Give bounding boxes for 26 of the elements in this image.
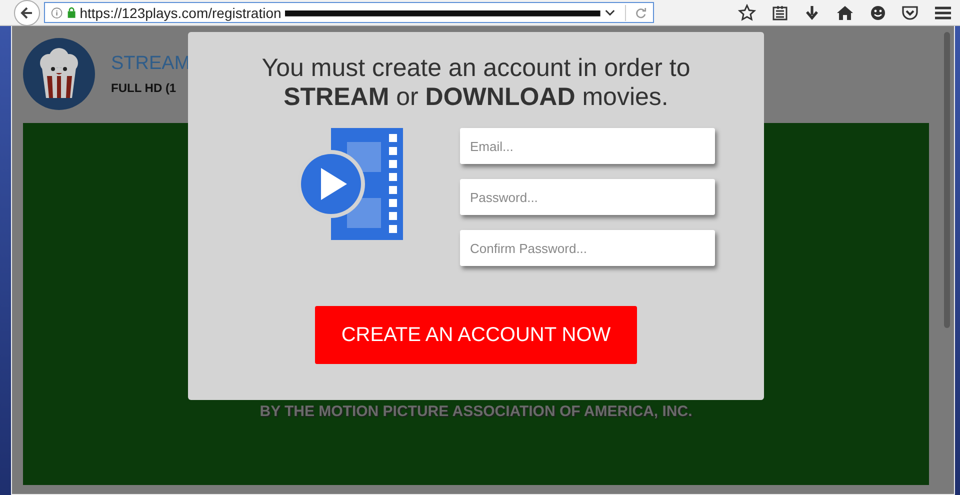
back-icon[interactable] (20, 6, 34, 20)
create-account-button[interactable]: CREATE AN ACCOUNT NOW (315, 306, 637, 364)
notice-text: BY THE MOTION PICTURE ASSOCIATION OF AMERICA, INC. (260, 403, 692, 420)
input-field[interactable]: Confirm Password... (460, 230, 715, 266)
input-field[interactable]: Email... (460, 128, 715, 164)
back-button[interactable] (14, 0, 40, 26)
download-icon[interactable] (804, 4, 820, 20)
lock-icon (66, 6, 76, 19)
popcorn-logo-icon (23, 38, 95, 110)
reading-list-icon[interactable] (772, 4, 788, 20)
pocket-icon[interactable] (902, 4, 918, 20)
address-bar[interactable]: https://123plays.com/registration (44, 2, 654, 23)
star-icon[interactable] (738, 4, 756, 22)
site-subtitle: FULL HD (1 (111, 81, 178, 95)
site-title: STREAM (111, 53, 190, 75)
scrollbar-thumb[interactable] (944, 32, 950, 328)
modal-subheading: STREAM or DOWNLOAD movies. (284, 83, 668, 112)
input-field[interactable]: Password... (460, 179, 715, 215)
home-icon[interactable] (836, 4, 854, 20)
modal-heading: You must create an account in order to (262, 54, 690, 83)
menu-icon[interactable] (934, 4, 952, 20)
smiley-icon[interactable] (870, 4, 886, 20)
info-icon[interactable] (51, 6, 63, 20)
url-text: https://123plays.com/registration (80, 4, 282, 20)
dropdown-icon[interactable] (604, 8, 615, 18)
reload-icon[interactable] (635, 6, 647, 20)
